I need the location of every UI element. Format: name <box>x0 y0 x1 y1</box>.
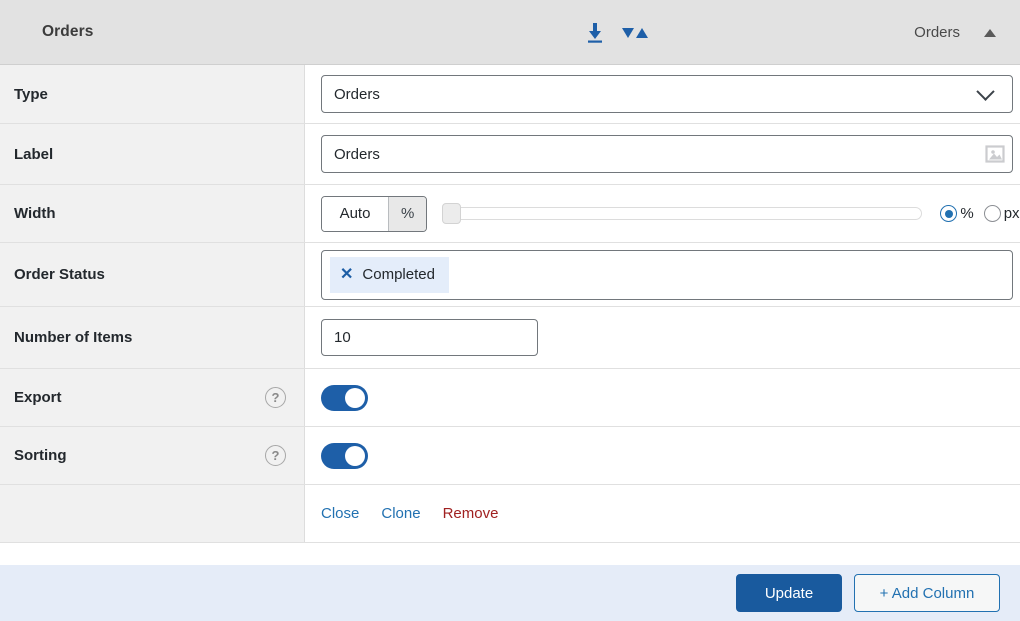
close-icon[interactable]: ✕ <box>340 266 353 283</box>
close-link[interactable]: Close <box>321 505 359 522</box>
panel-footer: Update + Add Column <box>0 565 1020 621</box>
export-toggle[interactable] <box>321 384 368 411</box>
radio-percent[interactable]: % <box>940 205 974 222</box>
row-label-type: Type <box>0 65 305 123</box>
row-label-number-of-items: Number of Items <box>0 307 305 368</box>
number-of-items-value: 10 <box>334 329 351 346</box>
row-field-label: Orders <box>305 124 1020 184</box>
question-mark-icon[interactable]: ? <box>265 387 286 408</box>
row-label-actions <box>0 485 305 542</box>
row-label-export: Export ? <box>0 369 305 426</box>
row-field-export <box>305 369 1020 426</box>
question-mark-icon[interactable]: ? <box>265 445 286 466</box>
radio-px-indicator[interactable] <box>983 205 1001 222</box>
label-text-label: Label <box>14 145 54 163</box>
row-label-width: Width <box>0 185 305 242</box>
row-field-sorting <box>305 427 1020 484</box>
width-unit-suffix: % <box>388 196 427 231</box>
row-actions: Close Clone Remove <box>0 485 1020 543</box>
chevron-down-icon <box>976 81 995 101</box>
row-label: Label Orders <box>0 124 1020 185</box>
clone-link[interactable]: Clone <box>381 505 420 522</box>
row-field-width: Auto % % px <box>305 185 1020 242</box>
label-text-sorting: Sorting <box>14 447 67 464</box>
sort-updown-icon[interactable] <box>621 25 649 41</box>
download-icon[interactable] <box>585 22 605 44</box>
update-button[interactable]: Update <box>736 574 842 612</box>
label-input-value: Orders <box>334 145 380 163</box>
caret-up-icon[interactable] <box>984 28 996 37</box>
radio-px[interactable]: px <box>983 205 1020 222</box>
label-input[interactable]: Orders <box>321 135 1013 173</box>
radio-px-label: px <box>1003 205 1020 222</box>
row-label-sorting: Sorting ? <box>0 427 305 484</box>
row-export: Export ? <box>0 369 1020 427</box>
sorting-toggle[interactable] <box>321 442 368 469</box>
header-icon-group <box>585 0 649 65</box>
panel-header: Orders Orders <box>0 0 1020 65</box>
row-field-order-status: ✕ Completed <box>305 243 1020 306</box>
label-text-number-of-items: Number of Items <box>14 329 133 346</box>
label-text-export: Export <box>14 389 62 406</box>
row-width: Width Auto % % px <box>0 185 1020 243</box>
label-text-type: Type <box>14 85 48 103</box>
radio-percent-indicator[interactable] <box>940 205 958 222</box>
label-control-wrap: Orders <box>321 135 1013 173</box>
row-number-of-items: Number of Items 10 <box>0 307 1020 369</box>
type-select[interactable]: Orders <box>321 75 1013 113</box>
width-controls: Auto % % px <box>321 195 1020 232</box>
action-links: Close Clone Remove <box>321 505 498 522</box>
row-label-order-status: Order Status <box>0 243 305 306</box>
row-field-actions: Close Clone Remove <box>305 485 1020 542</box>
width-unit-radios: % px <box>940 205 1020 222</box>
row-order-status: Order Status ✕ Completed <box>0 243 1020 307</box>
number-of-items-input[interactable]: 10 <box>321 319 538 356</box>
header-column-name: Orders <box>914 24 960 41</box>
column-settings-panel: Orders Orders Type Orders Label Orders W… <box>0 0 1020 621</box>
add-column-button[interactable]: + Add Column <box>854 574 1000 612</box>
order-status-multiselect[interactable]: ✕ Completed <box>321 249 1013 300</box>
remove-link[interactable]: Remove <box>443 505 499 522</box>
row-label-label: Label <box>0 124 305 184</box>
type-select-value: Orders <box>334 85 380 103</box>
settings-rows: Type Orders Label Orders Width Auto % % … <box>0 65 1020 565</box>
width-value-input[interactable]: Auto <box>322 196 388 231</box>
status-chip: ✕ Completed <box>330 256 449 293</box>
image-icon[interactable] <box>984 143 1006 165</box>
label-text-width: Width <box>14 205 56 222</box>
row-sorting: Sorting ? <box>0 427 1020 485</box>
label-text-order-status: Order Status <box>14 266 105 283</box>
type-control-wrap: Orders <box>321 75 1013 113</box>
row-type: Type Orders <box>0 65 1020 124</box>
row-field-type: Orders <box>305 65 1020 123</box>
status-chip-label: Completed <box>362 266 435 283</box>
radio-percent-label: % <box>960 205 974 222</box>
header-right-group: Orders <box>914 0 996 65</box>
width-slider[interactable] <box>442 203 923 225</box>
width-input-group: Auto % <box>321 195 428 232</box>
page-title: Orders <box>42 23 94 40</box>
slider-track <box>450 207 923 220</box>
row-field-number-of-items: 10 <box>305 307 1020 368</box>
slider-handle[interactable] <box>442 203 462 224</box>
